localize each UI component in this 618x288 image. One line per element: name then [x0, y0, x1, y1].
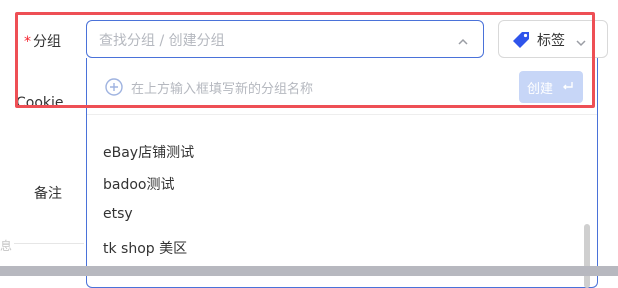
remark-label: 备注: [34, 186, 62, 202]
list-item-group[interactable]: tk shop 美区: [103, 238, 187, 258]
dropdown-scrollbar[interactable]: [584, 224, 590, 288]
section-divider: [14, 243, 84, 244]
bottom-bar: [0, 266, 618, 276]
cut-off-text: 息: [0, 239, 13, 253]
list-item-group[interactable]: etsy: [103, 206, 133, 222]
dropdown-divider: [87, 114, 597, 115]
list-item-group[interactable]: badoo测试: [103, 174, 174, 194]
list-item-group[interactable]: eBay店铺测试: [103, 142, 194, 162]
highlight-box: [15, 12, 595, 108]
